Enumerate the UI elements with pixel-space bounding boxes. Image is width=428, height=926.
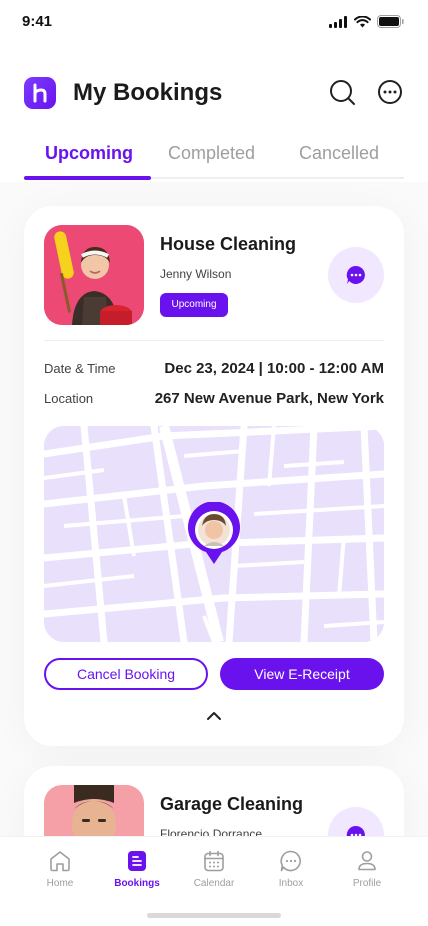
provider-name: Jenny Wilson [160, 267, 232, 281]
nav-label-profile: Profile [352, 878, 382, 889]
date-time-label: Date & Time [44, 361, 116, 376]
app-header: My Bookings [0, 44, 428, 140]
nav-item-profile[interactable]: Profile [329, 849, 405, 889]
wifi-icon [354, 15, 371, 27]
more-options-icon[interactable] [376, 78, 404, 106]
location-pin-icon[interactable] [186, 502, 242, 566]
bookings-icon [128, 851, 146, 871]
status-icons [329, 15, 404, 28]
bottom-navigation: Home Bookings Calendar Inbox Profile [0, 836, 428, 926]
service-title: Garage Cleaning [160, 794, 304, 814]
service-title: House Cleaning [160, 234, 297, 254]
nav-item-inbox[interactable]: Inbox [253, 849, 329, 889]
inbox-icon [280, 850, 301, 872]
status-bar: 9:41 [0, 0, 428, 44]
nav-label-home: Home [46, 878, 74, 889]
house-cleaning-photo [44, 225, 144, 325]
home-icon [50, 851, 70, 872]
card-divider [44, 340, 384, 341]
booking-card: House Cleaning Jenny Wilson Upcoming Dat… [24, 206, 404, 746]
location-label: Location [44, 391, 94, 406]
date-time-value: Dec 23, 2024 | 10:00 - 12:00 AM [164, 360, 384, 377]
nav-label-inbox: Inbox [278, 878, 304, 889]
booking-tabs: Upcoming Completed Cancelled [0, 140, 428, 182]
cellular-signal-icon [329, 15, 347, 28]
chat-button[interactable] [328, 247, 384, 303]
nav-item-bookings[interactable]: Bookings [99, 849, 175, 889]
chevron-up-icon[interactable] [204, 709, 224, 723]
status-badge: Upcoming [160, 293, 228, 317]
status-time: 9:41 [22, 13, 53, 30]
location-map[interactable] [44, 426, 384, 642]
profile-icon [358, 851, 376, 871]
tab-completed[interactable]: Completed [168, 143, 255, 164]
location-value: 267 New Avenue Park, New York [154, 390, 384, 407]
nav-item-calendar[interactable]: Calendar [176, 849, 252, 889]
service-thumbnail[interactable] [44, 225, 144, 325]
nav-item-home[interactable]: Home [22, 849, 98, 889]
nav-label-bookings: Bookings [114, 878, 160, 889]
home-indicator [147, 913, 281, 918]
tab-cancelled[interactable]: Cancelled [299, 143, 379, 164]
view-e-receipt-button[interactable]: View E-Receipt [220, 658, 384, 690]
search-icon[interactable] [328, 78, 356, 106]
tab-upcoming[interactable]: Upcoming [45, 143, 133, 164]
logo-icon [33, 83, 47, 103]
calendar-icon [204, 850, 224, 872]
app-logo [24, 77, 56, 109]
nav-label-calendar: Calendar [193, 878, 235, 889]
page-title: My Bookings [73, 79, 223, 106]
battery-icon [377, 15, 404, 28]
cancel-booking-button[interactable]: Cancel Booking [44, 658, 208, 690]
active-tab-indicator [24, 176, 151, 180]
chat-icon [346, 265, 365, 284]
